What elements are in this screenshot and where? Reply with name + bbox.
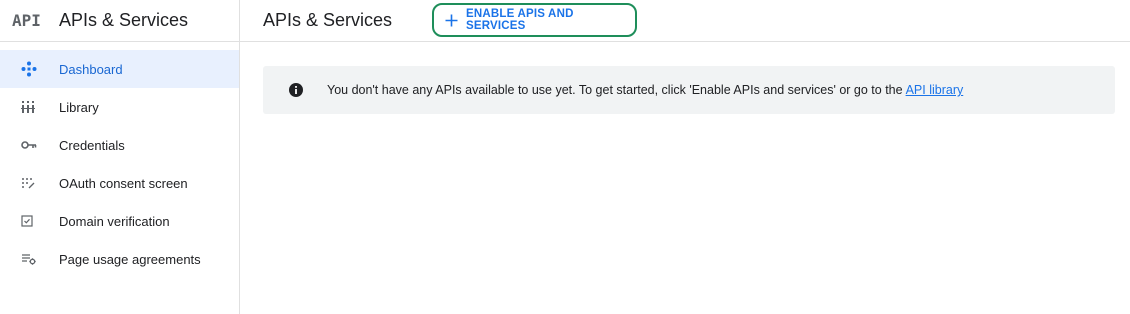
enable-apis-button-label: ENABLE APIS AND SERVICES <box>466 8 574 32</box>
sidebar-item-page-usage[interactable]: Page usage agreements <box>0 240 239 278</box>
sidebar-item-label: OAuth consent screen <box>59 175 188 191</box>
sidebar-item-dashboard[interactable]: Dashboard <box>0 50 239 88</box>
page-header: APIs & Services ENABLE APIS AND SERVICES <box>240 0 1130 42</box>
plus-icon <box>445 14 458 27</box>
library-grid-icon <box>0 100 59 114</box>
info-icon <box>289 83 303 97</box>
page-title: APIs & Services <box>263 10 393 30</box>
sidebar-item-label: Dashboard <box>59 61 123 77</box>
enable-apis-button[interactable]: ENABLE APIS AND SERVICES <box>432 3 637 37</box>
sidebar-item-oauth-consent[interactable]: OAuth consent screen <box>0 164 239 202</box>
info-banner: You don't have any APIs available to use… <box>263 66 1115 114</box>
sidebar-item-label: Domain verification <box>59 213 170 229</box>
sidebar-header: API APIs & Services <box>0 0 239 42</box>
key-icon <box>0 140 59 150</box>
api-library-link[interactable]: API library <box>906 83 964 97</box>
sidebar-nav: Dashboard Library Credentials OAuth cons… <box>0 50 239 278</box>
sidebar: API APIs & Services Dashboard Library Cr… <box>0 0 240 314</box>
banner-message: You don't have any APIs available to use… <box>327 83 903 97</box>
dashboard-diamond-icon <box>0 61 59 77</box>
sidebar-item-library[interactable]: Library <box>0 88 239 126</box>
settings-list-icon <box>0 252 59 266</box>
sidebar-item-label: Credentials <box>59 137 125 153</box>
sidebar-item-label: Page usage agreements <box>59 251 201 267</box>
sidebar-item-label: Library <box>59 99 99 115</box>
oauth-dots-icon <box>0 176 59 190</box>
checkbox-icon <box>0 215 59 227</box>
sidebar-title: APIs & Services <box>59 10 189 30</box>
api-logo: API <box>12 11 41 30</box>
sidebar-item-credentials[interactable]: Credentials <box>0 126 239 164</box>
sidebar-item-domain-verification[interactable]: Domain verification <box>0 202 239 240</box>
